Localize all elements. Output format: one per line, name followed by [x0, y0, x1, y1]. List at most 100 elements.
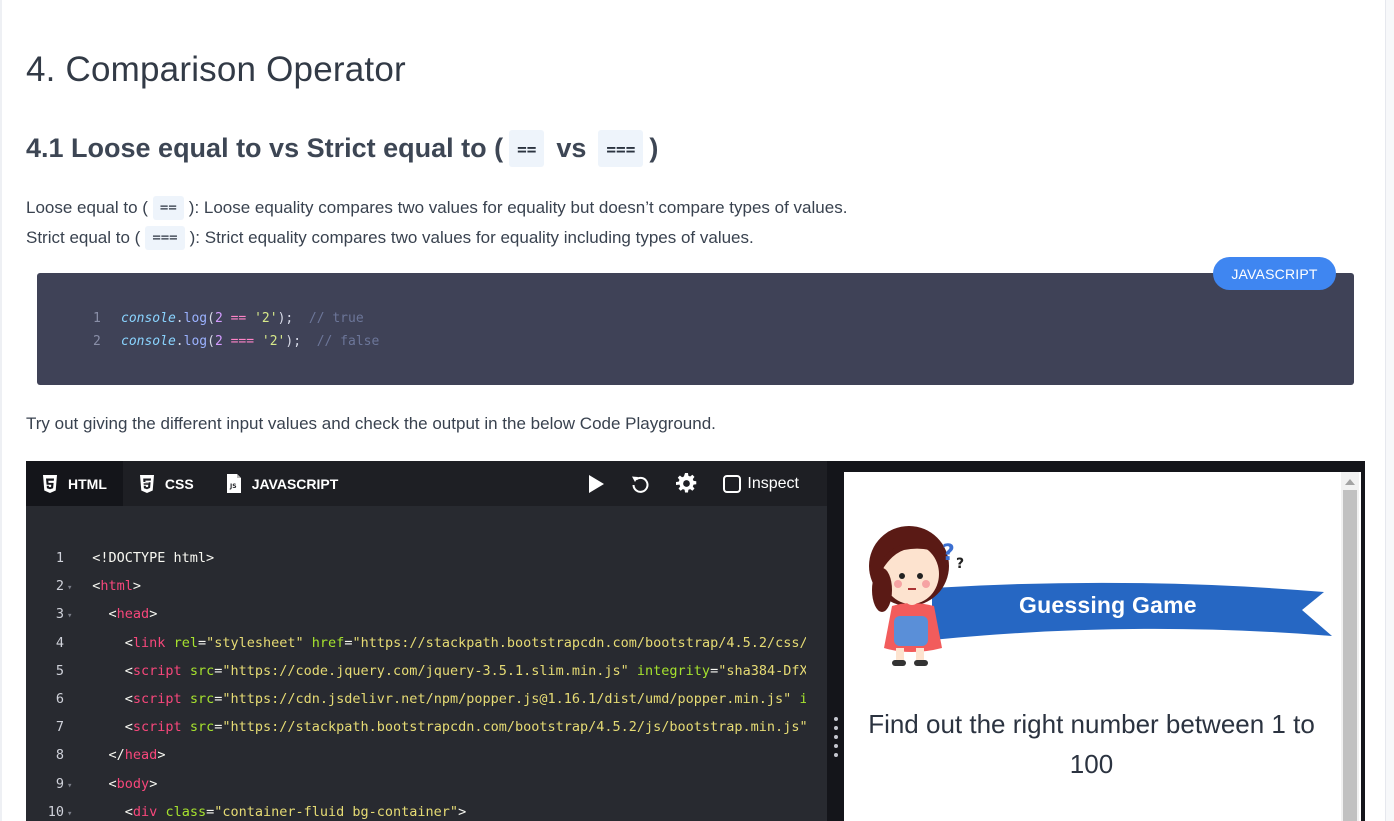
token: 2 — [214, 311, 223, 326]
line-number: 5 — [55, 662, 64, 679]
inspect-checkbox[interactable] — [723, 474, 742, 493]
token: ( — [207, 334, 215, 349]
inspect-toggle[interactable]: Inspect — [723, 474, 799, 493]
token: 2 — [214, 334, 223, 349]
fold-arrow-icon[interactable]: ▾ — [64, 809, 76, 819]
code-token: > — [132, 578, 142, 595]
code-token: class — [165, 803, 207, 820]
token: log — [183, 334, 208, 349]
code-token: href — [311, 634, 345, 651]
fold-arrow-icon[interactable]: ▾ — [64, 781, 76, 791]
tab-label: JAVASCRIPT — [251, 475, 339, 492]
code-token: "stylesheet" — [206, 634, 304, 651]
play-icon[interactable] — [588, 474, 605, 493]
loose-equal-description: Loose equal to ( == ): Loose equality co… — [26, 196, 847, 220]
js-file-icon: JS — [226, 474, 242, 493]
instruction-text: Find out the right number between 1 to 1… — [868, 709, 1315, 779]
editor-code-line: 4 <link rel="stylesheet" href="https://s… — [26, 635, 806, 663]
tab-label: HTML — [68, 475, 107, 492]
token: console — [121, 311, 176, 326]
token: ); — [285, 334, 302, 349]
code-token: < — [108, 606, 117, 623]
line-number: 2 — [55, 578, 64, 595]
section-heading: 4.1 Loose equal to vs Strict equal to ( … — [26, 130, 658, 167]
code-token: "sha384-DfXdz2h — [718, 662, 806, 679]
code-token: = — [206, 803, 215, 820]
tab-javascript[interactable]: JS JAVASCRIPT — [210, 461, 355, 506]
code-token: script — [132, 719, 182, 736]
token: '2' — [254, 311, 278, 326]
inline-code: === — [145, 226, 185, 250]
strict-equal-description: Strict equal to ( === ): Strict equality… — [26, 226, 754, 250]
gear-icon[interactable] — [676, 473, 697, 494]
drag-handle-icon — [834, 717, 838, 757]
code-token: src — [189, 662, 215, 679]
code-token: > — [157, 747, 166, 764]
editor-code-line: 10 ▾ <div class="container-fluid bg-conta… — [26, 804, 806, 821]
editor-code-line: 9 ▾ <body> — [26, 776, 806, 804]
text: Strict equal to ( — [26, 228, 141, 247]
editor-code-line: 5 <script src = "https://code.jquery.com/j… — [26, 663, 806, 691]
fold-arrow-icon[interactable]: ▾ — [64, 611, 76, 621]
svg-text:?: ? — [942, 541, 955, 566]
token: console — [121, 334, 176, 349]
editor-tools: Inspect — [588, 461, 827, 506]
language-badge: JAVASCRIPT — [1213, 257, 1336, 290]
line-number: 1 — [93, 311, 101, 326]
tab-css[interactable]: CSS — [123, 461, 210, 506]
tab-html[interactable]: HTML — [26, 461, 123, 506]
code-token: <!DOCTYPE html> — [92, 550, 215, 566]
svg-text:JS: JS — [229, 483, 237, 490]
token: == — [230, 311, 247, 326]
editor-toolbar: HTML CSS JS JAVASCRIPT Inspect — [26, 461, 827, 506]
code-token: < — [124, 634, 133, 651]
line-number: 8 — [55, 747, 64, 764]
scrollbar-thumb[interactable] — [1343, 490, 1357, 821]
editor-code-line: 2 ▾ <html> — [26, 578, 806, 606]
html5-icon — [42, 474, 58, 493]
code-token: "https://cdn.jsdelivr.net/npm/popper.js@… — [222, 691, 792, 707]
text: ): Strict equality compares two values f… — [189, 228, 754, 247]
scroll-up-icon[interactable] — [1345, 479, 1355, 485]
banner-title: Guessing Game — [1019, 592, 1197, 618]
line-number: 7 — [55, 719, 64, 736]
inline-code-strict: === — [598, 130, 644, 167]
playground-intro: Try out giving the different input value… — [26, 414, 716, 433]
token: === — [230, 334, 255, 349]
reset-icon[interactable] — [630, 474, 650, 494]
code-token: "https://code.jquery.com/jquery-3.5.1.sl… — [222, 662, 629, 679]
code-token: < — [124, 662, 133, 679]
editor-code-line: 3 ▾ <head> — [26, 606, 806, 634]
code-token: html — [100, 578, 133, 595]
girl-thinking-illustration: ? ? — [869, 526, 964, 666]
editor-code-line: 7 <script src="https://stackpath.bootstr… — [26, 719, 806, 747]
output-preview: Guessing Game ? ? Find out the right num… — [844, 472, 1361, 821]
code-line: 1 console.log(2 == '2'); // true — [93, 311, 364, 326]
code-token: < — [124, 691, 133, 707]
token: log — [183, 311, 208, 326]
code-token: > — [149, 775, 158, 792]
tab-label: CSS — [164, 475, 194, 492]
preview-scrollbar[interactable] — [1341, 472, 1359, 821]
line-number: 6 — [55, 691, 64, 707]
line-number: 1 — [55, 550, 64, 566]
code-token: "container-fluid bg-container" — [214, 803, 459, 820]
code-token: "https://stackpath.bootstrapcdn.com/boot… — [352, 634, 806, 651]
section-heading-prefix: 4.1 Loose equal to vs Strict equal to ( — [26, 133, 504, 163]
editor-code-line: 6 <script src="https://cdn.jsdelivr.net/… — [26, 691, 806, 719]
code-token: < — [124, 719, 133, 736]
editor-code-line: 8 </head> — [26, 747, 806, 775]
resize-handle[interactable] — [827, 461, 844, 821]
fold-arrow-icon[interactable]: ▾ — [64, 583, 76, 593]
code-token: script — [132, 662, 182, 679]
token: '2' — [261, 334, 286, 349]
section-heading-vs: vs — [556, 133, 587, 163]
editor-code-line: 1 <!DOCTYPE html> — [26, 550, 806, 578]
code-token: src — [189, 691, 215, 707]
code-editor[interactable]: 1 <!DOCTYPE html> 2 ▾ <html> 3 ▾ <head> 4 <li… — [26, 506, 827, 821]
